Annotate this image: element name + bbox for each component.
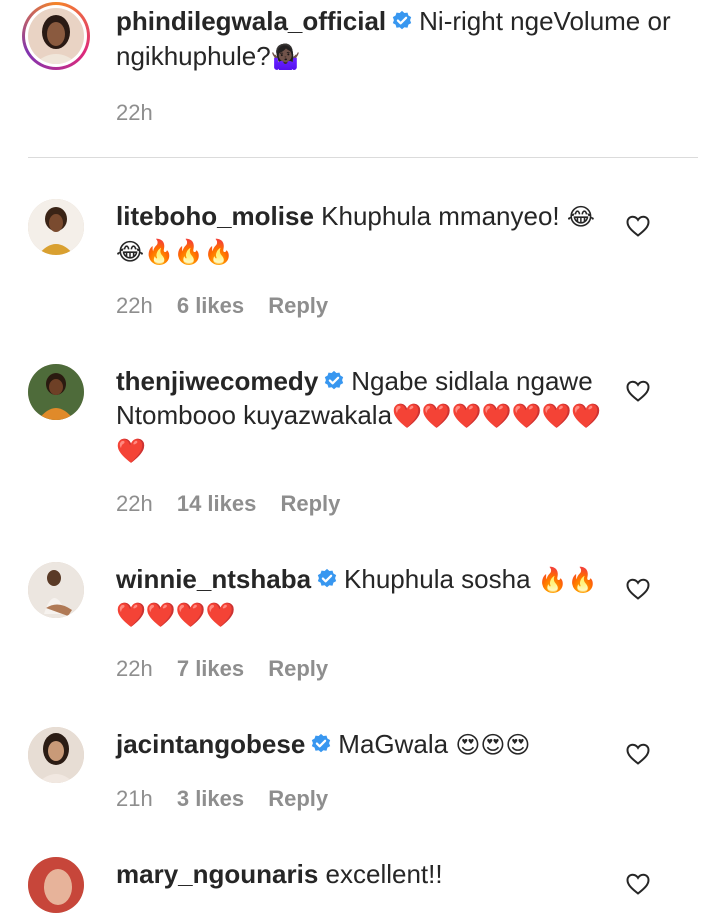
comment-username[interactable]: winnie_ntshaba xyxy=(116,564,311,594)
comment-time: 22h xyxy=(116,656,153,681)
heart-outline-icon[interactable] xyxy=(626,380,650,402)
comment-likes[interactable]: 3 likes xyxy=(177,786,244,811)
comment-username[interactable]: mary_ngounaris xyxy=(116,859,318,889)
comment-likes[interactable]: 14 likes xyxy=(177,491,257,516)
heart-outline-icon[interactable] xyxy=(626,578,650,600)
reply-button[interactable]: Reply xyxy=(280,491,340,516)
reply-button[interactable]: Reply xyxy=(268,786,328,811)
reply-button[interactable]: Reply xyxy=(268,656,328,681)
comment-time: 22h xyxy=(116,293,153,318)
caption-text: phindilegwala_official Ni-right ngeVolume… xyxy=(116,4,676,75)
comment-likes[interactable]: 7 likes xyxy=(177,656,244,681)
comment-time: 22h xyxy=(116,491,153,516)
comment-body: liteboho_molise Khuphula mmanyeo! 😂😂🔥🔥🔥 xyxy=(116,199,608,269)
comment-meta: 22h 7 likes Reply xyxy=(116,656,346,682)
comment-username[interactable]: jacintangobese xyxy=(116,729,305,759)
verified-badge-icon xyxy=(392,10,412,30)
comment-meta: 22h 6 likes Reply xyxy=(116,293,346,319)
avatar[interactable] xyxy=(28,857,84,913)
caption-emoji: 🤷🏿‍♀️ xyxy=(270,43,301,71)
heart-outline-icon[interactable] xyxy=(626,215,650,237)
comment-meta: 21h 3 likes Reply xyxy=(116,786,346,812)
comment-username[interactable]: thenjiwecomedy xyxy=(116,366,318,396)
caption-username[interactable]: phindilegwala_official xyxy=(116,6,386,36)
comment-text: Khuphula mmanyeo! xyxy=(321,201,560,231)
verified-badge-icon xyxy=(325,370,344,390)
comment-emoji: 😍😍😍 xyxy=(455,731,531,759)
comment-likes[interactable]: 6 likes xyxy=(177,293,244,318)
comment-meta: 22h 14 likes Reply xyxy=(116,491,358,517)
comment-time: 21h xyxy=(116,786,153,811)
caption-meta: 22h xyxy=(116,100,171,126)
comment-body: winnie_ntshaba Khuphula sosha 🔥🔥❤️❤️❤️❤️ xyxy=(116,562,608,632)
heart-outline-icon[interactable] xyxy=(626,743,650,765)
comment-text: MaGwala xyxy=(338,729,449,759)
divider xyxy=(28,157,698,158)
avatar[interactable] xyxy=(28,562,84,618)
author-avatar[interactable] xyxy=(22,2,90,70)
comment-text: excellent!! xyxy=(325,859,443,889)
comment-body: thenjiwecomedy Ngabe sidlala ngawe Ntombo… xyxy=(116,364,608,468)
comment-body: mary_ngounaris excellent!! xyxy=(116,857,608,891)
comment-text: Khuphula sosha xyxy=(344,564,531,594)
reply-button[interactable]: Reply xyxy=(268,293,328,318)
verified-badge-icon xyxy=(312,733,331,753)
comment-username[interactable]: liteboho_molise xyxy=(116,201,314,231)
avatar[interactable] xyxy=(28,727,84,783)
caption-time: 22h xyxy=(116,100,153,125)
avatar[interactable] xyxy=(28,199,84,255)
avatar[interactable] xyxy=(28,364,84,420)
verified-badge-icon xyxy=(317,568,337,588)
heart-outline-icon[interactable] xyxy=(626,873,650,895)
comment-body: jacintangobese MaGwala 😍😍😍 xyxy=(116,727,608,762)
